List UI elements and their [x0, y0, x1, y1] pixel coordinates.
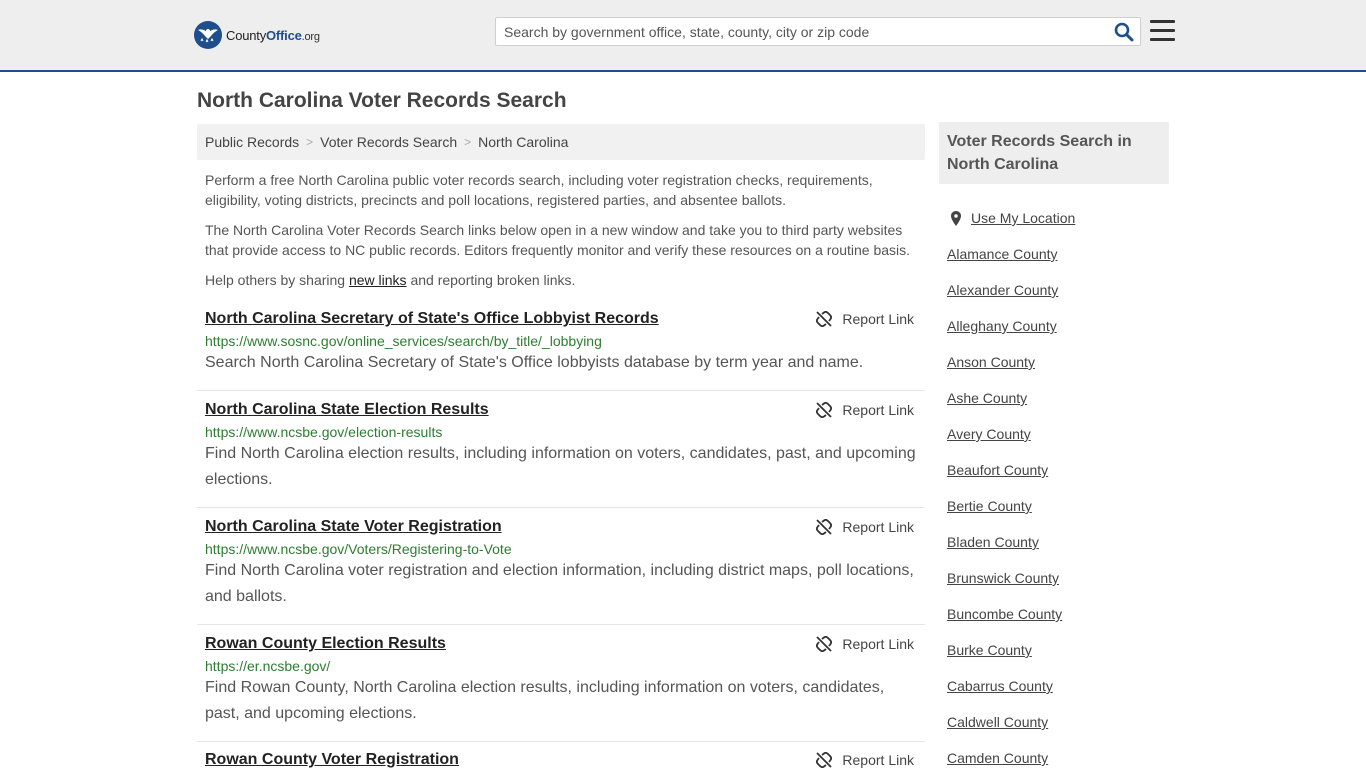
report-link-button[interactable]: Report Link — [816, 519, 914, 535]
listing-description: Search North Carolina Secretary of State… — [205, 354, 864, 371]
sidebar-item: Alleghany County — [947, 308, 1075, 344]
county-link[interactable]: Brunswick County — [947, 570, 1059, 586]
county-link[interactable]: Camden County — [947, 750, 1048, 766]
county-link[interactable]: Anson County — [947, 354, 1035, 370]
report-link-button[interactable]: Report Link — [816, 311, 914, 327]
use-my-location-link[interactable]: Use My Location — [971, 210, 1075, 226]
sidebar-item: Avery County — [947, 416, 1075, 452]
listing-item: North Carolina Secretary of State's Offi… — [197, 310, 925, 391]
county-link[interactable]: Cabarrus County — [947, 678, 1053, 694]
sidebar-item: Buncombe County — [947, 596, 1075, 632]
broken-link-icon — [816, 311, 833, 327]
listing-item: Rowan County Election Results Report Lin… — [197, 635, 925, 742]
breadcrumb-voter-records-search[interactable]: Voter Records Search — [320, 134, 457, 150]
county-link[interactable]: Burke County — [947, 642, 1032, 658]
sidebar-item: Alamance County — [947, 236, 1075, 272]
search-icon[interactable] — [1114, 22, 1134, 42]
county-link[interactable]: Beaufort County — [947, 462, 1048, 478]
logo-brand-text: CountyOffice — [226, 27, 302, 43]
sidebar-item: Alexander County — [947, 272, 1075, 308]
county-link[interactable]: Ashe County — [947, 390, 1027, 406]
breadcrumb-north-carolina[interactable]: North Carolina — [478, 134, 568, 150]
listing-title-link[interactable]: North Carolina State Election Results — [205, 401, 489, 419]
intro-paragraph: Perform a free North Carolina public vot… — [205, 172, 873, 208]
sidebar-item: Bertie County — [947, 488, 1075, 524]
sidebar-item: Cabarrus County — [947, 668, 1075, 704]
listing-item: Rowan County Voter Registration Report L… — [197, 751, 925, 768]
sidebar-item: Camden County — [947, 740, 1075, 768]
hamburger-menu-icon[interactable] — [1150, 20, 1175, 42]
breadcrumb-separator-icon: > — [306, 135, 314, 149]
county-link[interactable]: Bladen County — [947, 534, 1039, 550]
listing-title-link[interactable]: North Carolina State Voter Registration — [205, 518, 502, 536]
site-logo[interactable]: CountyOffice.org — [194, 20, 320, 50]
page-title: North Carolina Voter Records Search — [197, 89, 567, 112]
county-link[interactable]: Caldwell County — [947, 714, 1048, 730]
intro-paragraph: Help others by sharing new links and rep… — [205, 272, 576, 288]
broken-link-icon — [816, 519, 833, 535]
broken-link-icon — [816, 752, 833, 768]
breadcrumb: Public Records > Voter Records Search > … — [197, 124, 925, 160]
search-input[interactable] — [496, 18, 1106, 45]
county-link[interactable]: Alleghany County — [947, 318, 1057, 334]
report-link-button[interactable]: Report Link — [816, 402, 914, 418]
listing-item: North Carolina State Election Results Re… — [197, 401, 925, 508]
listing-title-link[interactable]: North Carolina Secretary of State's Offi… — [205, 310, 659, 328]
sidebar-item-use-location: Use My Location — [947, 200, 1075, 236]
listing-description: Find North Carolina election results, in… — [205, 445, 916, 488]
listing-item: North Carolina State Voter Registration … — [197, 518, 925, 625]
listing-title-link[interactable]: Rowan County Election Results — [205, 635, 446, 653]
sidebar-item: Ashe County — [947, 380, 1075, 416]
listing-description: Find Rowan County, North Carolina electi… — [205, 679, 885, 722]
intro-text: Perform a free North Carolina public vot… — [205, 170, 920, 300]
sidebar-county-list: Use My Location Alamance County Alexande… — [947, 200, 1075, 768]
sidebar-heading: Voter Records Search in North Carolina — [939, 122, 1169, 184]
broken-link-icon — [816, 402, 833, 418]
report-link-button[interactable]: Report Link — [816, 752, 914, 768]
breadcrumb-separator-icon: > — [464, 135, 472, 149]
listing-url: https://er.ncsbe.gov/ — [205, 658, 331, 674]
sidebar-item: Beaufort County — [947, 452, 1075, 488]
broken-link-icon — [816, 636, 833, 652]
listing-title-link[interactable]: Rowan County Voter Registration — [205, 751, 459, 768]
sidebar-item: Burke County — [947, 632, 1075, 668]
new-links-link[interactable]: new links — [349, 272, 407, 288]
sidebar-item: Bladen County — [947, 524, 1075, 560]
listing-url: https://www.ncsbe.gov/Voters/Registering… — [205, 541, 512, 557]
sidebar-item: Brunswick County — [947, 560, 1075, 596]
breadcrumb-public-records[interactable]: Public Records — [205, 134, 299, 150]
listing-url: https://www.sosnc.gov/online_services/se… — [205, 333, 602, 349]
county-link[interactable]: Bertie County — [947, 498, 1032, 514]
listing-description: Find North Carolina voter registration a… — [205, 562, 914, 605]
county-link[interactable]: Buncombe County — [947, 606, 1062, 622]
logo-tld-text: .org — [301, 30, 320, 43]
county-link[interactable]: Avery County — [947, 426, 1031, 442]
sidebar-item: Caldwell County — [947, 704, 1075, 740]
site-header: CountyOffice.org — [0, 0, 1366, 72]
sidebar-item: Anson County — [947, 344, 1075, 380]
logo-eagle-icon — [194, 21, 222, 49]
map-pin-icon — [951, 210, 961, 226]
search-box — [495, 17, 1141, 46]
intro-paragraph: The North Carolina Voter Records Search … — [205, 222, 911, 258]
county-link[interactable]: Alamance County — [947, 246, 1058, 262]
county-link[interactable]: Alexander County — [947, 282, 1058, 298]
report-link-button[interactable]: Report Link — [816, 636, 914, 652]
listing-url: https://www.ncsbe.gov/election-results — [205, 424, 443, 440]
